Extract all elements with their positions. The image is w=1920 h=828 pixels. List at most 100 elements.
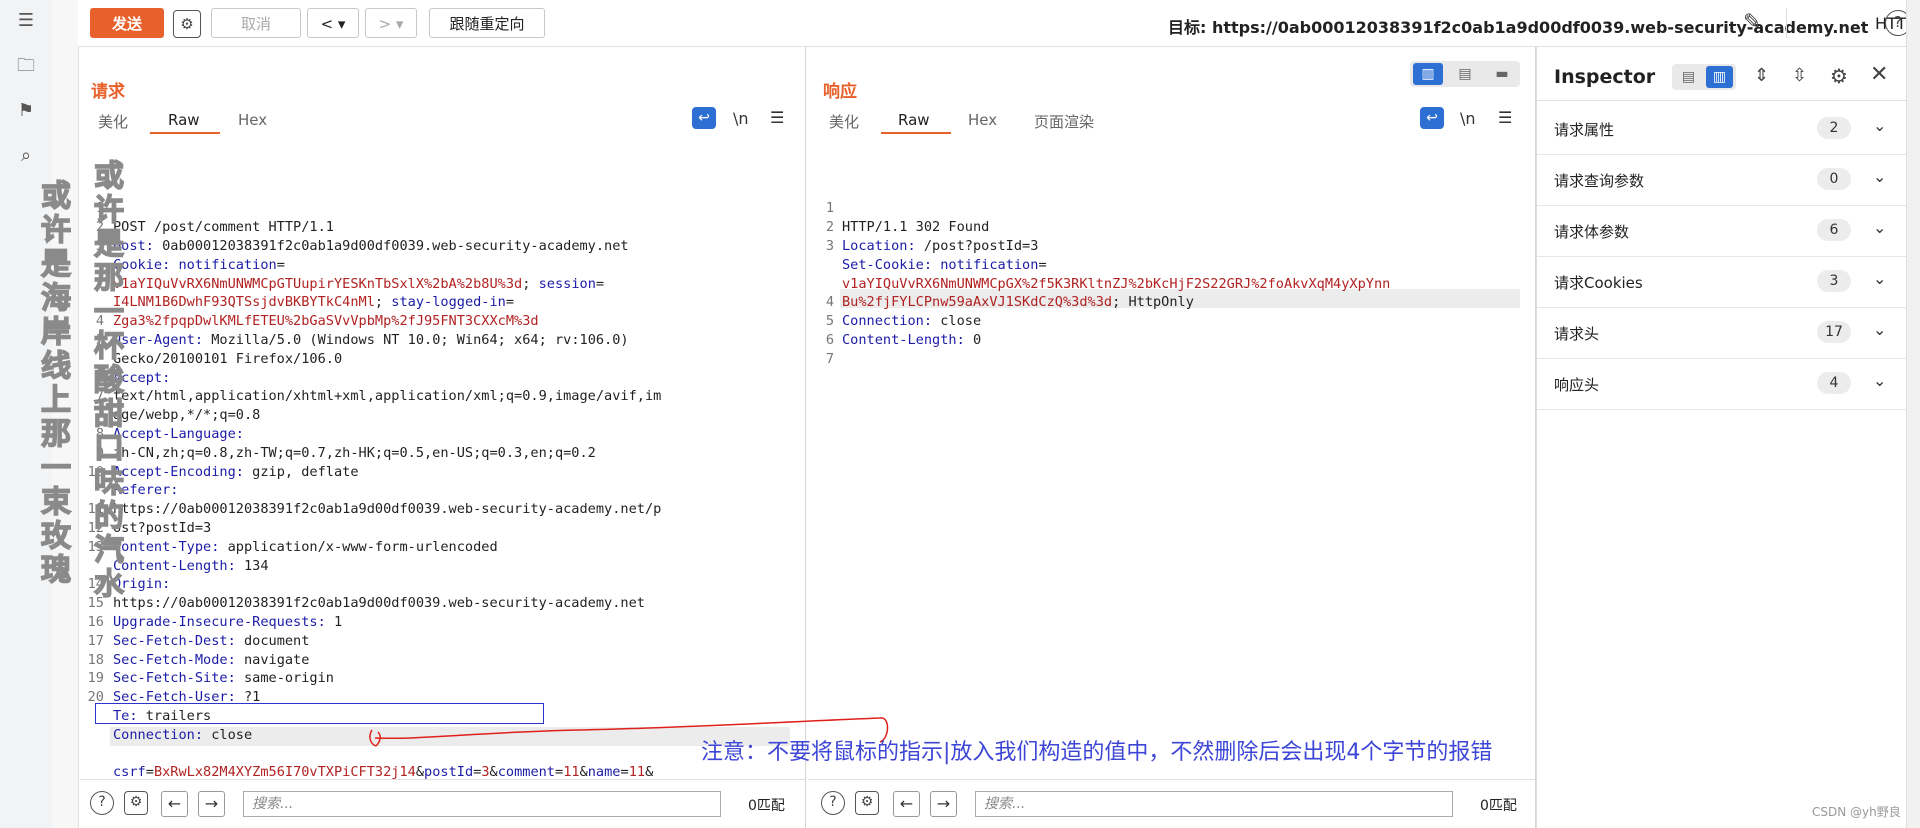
folder-icon[interactable]: 🗀 bbox=[15, 55, 37, 77]
collapse-all-icon[interactable]: ⇳ bbox=[1792, 65, 1807, 86]
code-token: application/x-www-form-urlencoded bbox=[227, 538, 498, 555]
code-token: = bbox=[145, 764, 154, 781]
match-count: 0匹配 bbox=[1480, 798, 1517, 814]
code-line: User-Agent: Mozilla/5.0 (Windows NT 10.0… bbox=[113, 331, 661, 350]
code-token: same-origin bbox=[243, 670, 334, 687]
code-token: document bbox=[243, 632, 310, 649]
code-line: Zga3%2fpqpDwlKMLfETEU%2bGaSVvVpbMp%2fJ95… bbox=[113, 312, 661, 331]
response-pane: 响应 ▥ ▤ ▬ 美化 Raw Hex 页面渲染 ↩ \n ☰ 1 23 4 56 7… bbox=[808, 47, 1536, 828]
tab-raw[interactable]: Raw bbox=[168, 111, 200, 129]
menu-icon[interactable]: ☰ bbox=[1498, 108, 1512, 127]
arrow-left-icon[interactable]: ← bbox=[161, 791, 188, 817]
cancel-button[interactable]: 取消 bbox=[211, 8, 301, 38]
code-line: POST /post/comment HTTP/1.1 bbox=[113, 218, 661, 237]
code-token: & bbox=[645, 764, 654, 781]
split-vertical-icon[interactable]: ▤ bbox=[1450, 63, 1480, 85]
inspector-row-cookies[interactable]: 请求Cookies 3 ⌄ bbox=[1537, 257, 1907, 308]
watermark-left: 或许是海岸线上那一束玫瑰 bbox=[40, 179, 71, 588]
search-input[interactable]: 搜索... bbox=[975, 791, 1453, 817]
settings-gear-icon[interactable]: ⚙ bbox=[124, 791, 148, 815]
code-line: Sec-Fetch-Mode: navigate bbox=[113, 651, 661, 670]
line-number: 1 bbox=[825, 200, 834, 217]
inspector-row-query-params[interactable]: 请求查询参数 0 ⌄ bbox=[1537, 155, 1907, 206]
tab-pretty[interactable]: 美化 bbox=[829, 111, 859, 132]
code-line: https://0ab00012038391f2c0ab1a9d00df0039… bbox=[113, 500, 661, 519]
chevron-down-icon: ⌄ bbox=[1873, 269, 1887, 288]
right-scroll-strip[interactable] bbox=[1906, 0, 1920, 828]
arrow-left-icon[interactable]: ← bbox=[893, 791, 920, 817]
code-token: stay-logged-in bbox=[391, 294, 506, 311]
help-icon[interactable]: ? bbox=[90, 791, 114, 815]
line-number bbox=[810, 275, 834, 294]
layout-toggle: ▥ ▤ ▬ bbox=[1410, 61, 1520, 87]
count-badge: 2 bbox=[1817, 117, 1851, 139]
code-token: Set-Cookie: bbox=[842, 256, 941, 273]
split-horizontal-icon[interactable]: ▥ bbox=[1413, 63, 1443, 85]
list-icon[interactable]: ☰ bbox=[15, 10, 37, 32]
code-line: Referer: bbox=[113, 481, 661, 500]
row-label: 响应头 bbox=[1554, 376, 1600, 394]
tab-raw[interactable]: Raw bbox=[898, 111, 930, 129]
inspector-row-response-headers[interactable]: 响应头 4 ⌄ bbox=[1537, 359, 1907, 410]
code-token: v1aYIQuVvRX6NmUNWMCpGX%2f5K3RKltnZJ%2bKc… bbox=[842, 275, 1391, 292]
line-number bbox=[80, 745, 104, 764]
tab-hex[interactable]: Hex bbox=[238, 111, 267, 129]
tab-hex[interactable]: Hex bbox=[968, 111, 997, 129]
menu-icon[interactable]: ☰ bbox=[770, 108, 784, 127]
word-wrap-icon[interactable]: ↩ bbox=[1420, 107, 1444, 129]
code-line: Cookie: notification= bbox=[113, 256, 661, 275]
settings-gear-icon[interactable]: ⚙ bbox=[173, 10, 201, 38]
tab-pretty[interactable]: 美化 bbox=[98, 111, 128, 132]
row-label: 请求查询参数 bbox=[1554, 172, 1645, 190]
history-forward-button[interactable]: > ▾ bbox=[365, 8, 417, 38]
request-search-bar: ? ⚙ ← → 搜索... 0匹配 bbox=[80, 779, 805, 828]
response-code: HTTP/1.1 302 Found Location: /post?postId… bbox=[842, 218, 1390, 387]
code-line: https://0ab00012038391f2c0ab1a9d00df0039… bbox=[113, 594, 661, 613]
history-back-button[interactable]: < ▾ bbox=[307, 8, 359, 38]
code-line: text/html,application/xhtml+xml,applicat… bbox=[113, 387, 661, 406]
inspector-title: Inspector bbox=[1554, 66, 1656, 88]
newline-toggle-icon[interactable]: \n bbox=[733, 109, 749, 128]
chevron-down-icon: ⌄ bbox=[1873, 167, 1887, 186]
layout-left-icon[interactable]: ▤ bbox=[1675, 66, 1702, 88]
code-line: Content-Length: 0 bbox=[842, 331, 1390, 350]
close-icon[interactable]: ✕ bbox=[1870, 62, 1888, 87]
response-editor[interactable]: 1 23 4 56 7 HTTP/1.1 302 Found Location: /po… bbox=[808, 143, 1530, 763]
request-editor[interactable]: 123 45 67 8 9 10 11 12 13 14 15 16 17 18 19 20 POS… bbox=[80, 143, 800, 818]
inspector-layout-toggle: ▤ ▥ bbox=[1672, 64, 1736, 90]
arrow-right-icon[interactable]: → bbox=[930, 791, 957, 817]
help-icon[interactable]: ? bbox=[821, 791, 845, 815]
code-line: Bu%2fjFYLCPnw59aAxVJ1SKdCzQ%3d%3d; HttpO… bbox=[842, 293, 1390, 312]
line-number: 7 bbox=[825, 350, 834, 367]
send-button[interactable]: 发送 bbox=[90, 8, 164, 38]
inspector-row-request-headers[interactable]: 请求头 17 ⌄ bbox=[1537, 308, 1907, 359]
inspector-row-request-attributes[interactable]: 请求属性 2 ⌄ bbox=[1537, 104, 1907, 155]
bookmark-icon[interactable]: ⚑ bbox=[15, 100, 37, 122]
target-display[interactable]: 目标: https://0ab00012038391f2c0ab1a9d00df… bbox=[1168, 14, 1868, 38]
code-token: Sec-Fetch-Mode: bbox=[113, 651, 244, 668]
arrow-right-icon[interactable]: → bbox=[198, 791, 225, 817]
layout-right-icon[interactable]: ▥ bbox=[1706, 66, 1733, 88]
code-token: Mozilla/5.0 (Windows NT 10.0; Win64; x64… bbox=[211, 331, 629, 348]
inspector-row-body-params[interactable]: 请求体参数 6 ⌄ bbox=[1537, 206, 1907, 257]
tab-render[interactable]: 页面渲染 bbox=[1034, 111, 1094, 132]
word-wrap-icon[interactable]: ↩ bbox=[692, 107, 716, 129]
search-input[interactable]: 搜索... bbox=[243, 791, 721, 817]
line-number bbox=[810, 256, 834, 275]
chevron-down-icon: ⌄ bbox=[1873, 218, 1887, 237]
code-line: age/webp,*/*;q=0.8 bbox=[113, 406, 661, 425]
response-line-numbers: 1 23 4 56 7 bbox=[810, 199, 834, 368]
follow-redirect-button[interactable]: 跟随重定向 bbox=[429, 8, 545, 38]
code-line: Gecko/20100101 Firefox/106.0 bbox=[113, 350, 661, 369]
code-line: Host: 0ab00012038391f2c0ab1a9d00df0039.w… bbox=[113, 237, 661, 256]
expand-all-icon[interactable]: ⇕ bbox=[1754, 65, 1769, 86]
code-line: I4LNM1B6DwhF93QTSsjdvBKBYTkC4nMl; stay-l… bbox=[113, 293, 661, 312]
newline-toggle-icon[interactable]: \n bbox=[1460, 109, 1476, 128]
search-icon[interactable]: ⌕ bbox=[15, 145, 37, 167]
row-label: 请求属性 bbox=[1554, 121, 1615, 139]
settings-gear-icon[interactable]: ⚙ bbox=[855, 791, 879, 815]
code-token: = bbox=[620, 764, 629, 781]
single-view-icon[interactable]: ▬ bbox=[1487, 63, 1517, 85]
settings-gear-icon[interactable]: ⚙ bbox=[1830, 64, 1848, 88]
edit-pencil-icon[interactable]: ✎ bbox=[1743, 10, 1761, 35]
